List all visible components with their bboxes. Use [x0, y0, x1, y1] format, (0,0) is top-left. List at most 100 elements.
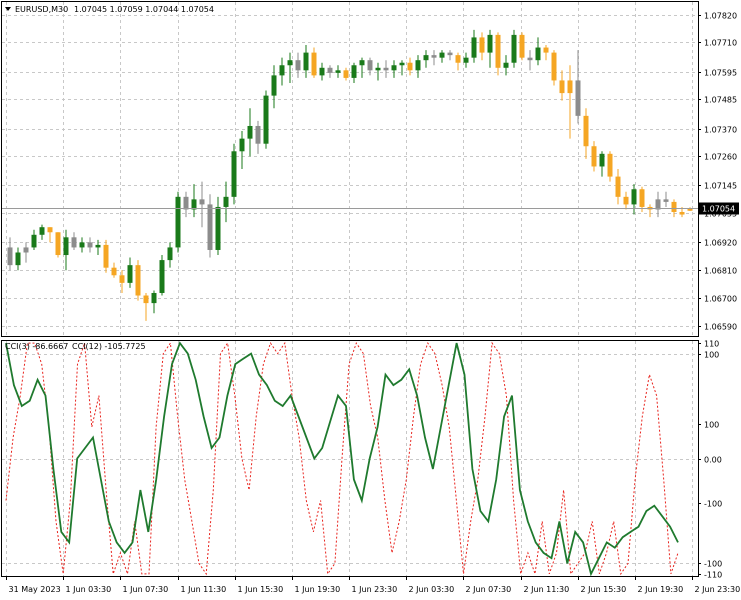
- candle-body: [671, 201, 677, 213]
- candle-body: [159, 260, 165, 293]
- candle: [55, 232, 61, 258]
- candle-body: [463, 57, 469, 63]
- candle-body: [231, 151, 237, 197]
- time-tick-label: 2 Jun 15:30: [581, 585, 627, 594]
- candle-body: [295, 60, 301, 71]
- current-price-label: 1.07054: [702, 205, 735, 214]
- candle-body: [103, 244, 109, 268]
- candle: [263, 90, 269, 149]
- candle-body: [47, 227, 53, 233]
- price-tick-label: 1.07260: [704, 153, 737, 162]
- candle-body: [471, 37, 477, 58]
- cci3-label: CCI(3) -86.6667: [5, 342, 68, 351]
- price-tick-label: 1.07370: [704, 126, 737, 135]
- candle-body: [215, 206, 221, 250]
- symbol-header[interactable]: EURUSD,M30 1.07045 1.07059 1.07044 1.070…: [5, 5, 214, 14]
- candle-body: [39, 227, 45, 235]
- candle: [519, 32, 525, 61]
- candle-body: [263, 95, 269, 144]
- candle-body: [175, 196, 181, 248]
- candle: [135, 260, 141, 301]
- candle-body: [631, 189, 637, 205]
- candle-body: [391, 65, 397, 71]
- candle: [231, 143, 237, 205]
- candle-body: [567, 80, 573, 94]
- symbol-label: EURUSD,M30: [15, 5, 68, 14]
- indicator-header: CCI(3) -86.6667 CCI(12) -105.7725: [5, 342, 146, 351]
- candle-body: [7, 247, 13, 266]
- price-tick-label: 1.07595: [704, 69, 737, 78]
- cci-tick-label: 100: [704, 351, 719, 360]
- candle-body: [575, 80, 581, 116]
- candle-body: [623, 196, 629, 205]
- candle-body: [639, 189, 645, 207]
- candle-body: [423, 55, 429, 61]
- candle-body: [455, 55, 461, 63]
- price-tick-label: 1.06590: [704, 323, 737, 332]
- time-tick-label: 2 Jun 03:30: [409, 585, 455, 594]
- candle-body: [167, 247, 173, 261]
- cci-tick-label: -100: [704, 560, 722, 569]
- time-tick-label: 2 Jun 23:30: [695, 585, 741, 594]
- time-tick-label: 1 Jun 15:30: [238, 585, 284, 594]
- price-tick-label: 1.06920: [704, 239, 737, 248]
- price-tick-label: 1.07485: [704, 96, 737, 105]
- candle-body: [279, 65, 285, 76]
- time-tick-label: 1 Jun 23:30: [352, 585, 398, 594]
- candle-body: [95, 244, 101, 248]
- candle-body: [439, 52, 445, 58]
- candle-body: [207, 204, 213, 250]
- candle-body: [15, 252, 21, 266]
- candle-body: [447, 52, 453, 56]
- candle-body: [607, 153, 613, 177]
- candle-body: [311, 52, 317, 76]
- candle-body: [239, 138, 245, 152]
- candle-body: [151, 292, 157, 304]
- chart-canvas[interactable]: 1.07820 1.07710 1.07595 1.07485 1.07370 1.072…: [0, 0, 741, 600]
- candle-body: [559, 80, 565, 94]
- candle-body: [31, 234, 37, 248]
- candle-body: [375, 67, 381, 71]
- candle-body: [319, 67, 325, 76]
- candle-body: [127, 265, 133, 283]
- candle-body: [495, 34, 501, 68]
- candle-body: [503, 62, 509, 68]
- candle-body: [655, 199, 661, 210]
- candle-body: [287, 60, 293, 66]
- candle-body: [71, 237, 77, 248]
- candle-body: [599, 153, 605, 167]
- price-tick-label: 1.07710: [704, 39, 737, 48]
- time-tick-label: 31 May 2023: [9, 585, 61, 594]
- candle-body: [367, 60, 373, 71]
- time-tick-label: 1 Jun 19:30: [295, 585, 341, 594]
- candle-body: [535, 47, 541, 61]
- candle-body: [511, 34, 517, 63]
- candle-body: [87, 242, 93, 248]
- candle-body: [591, 146, 597, 167]
- price-tick-label: 1.07145: [704, 182, 737, 191]
- ohlc-label: 1.07045 1.07059 1.07044 1.07054: [74, 5, 214, 14]
- candle-body: [199, 199, 205, 205]
- time-tick-label: 2 Jun 07:30: [466, 585, 512, 594]
- candle: [551, 50, 557, 86]
- candle-body: [135, 265, 141, 296]
- candle: [511, 29, 517, 68]
- cci-tick-label: 100: [704, 421, 719, 430]
- candle-body: [407, 62, 413, 71]
- candle-body: [183, 196, 189, 210]
- time-tick-label: 2 Jun 19:30: [638, 585, 684, 594]
- candle-body: [583, 115, 589, 147]
- candle-body: [303, 52, 309, 71]
- candle-body: [543, 47, 549, 53]
- cci12-label: CCI(12) -105.7725: [72, 342, 146, 351]
- candle-body: [383, 67, 389, 71]
- candle-body: [519, 34, 525, 58]
- candle-body: [247, 125, 253, 139]
- candle-body: [335, 70, 341, 73]
- candle-body: [431, 55, 437, 58]
- candle-body: [663, 199, 669, 202]
- candle-body: [351, 65, 357, 78]
- candle-body: [487, 34, 493, 53]
- candle-body: [415, 60, 421, 71]
- candle: [159, 255, 165, 296]
